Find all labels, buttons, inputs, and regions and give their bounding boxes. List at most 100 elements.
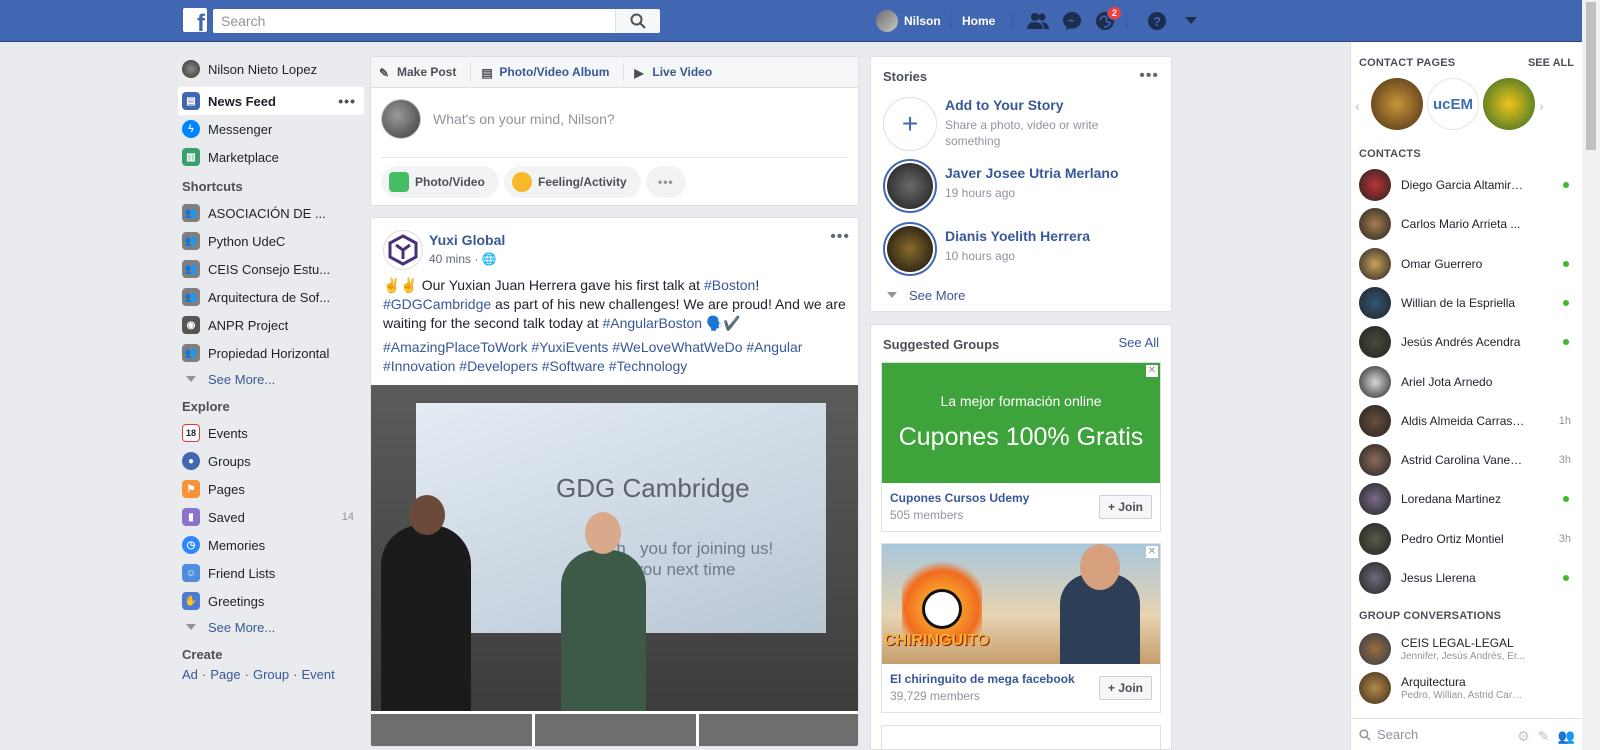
contact-item[interactable]: Pedro Ortiz Montiel 3h	[1359, 520, 1575, 558]
contact-page-avatar[interactable]	[1371, 78, 1423, 130]
contact-page-avatar[interactable]	[1483, 78, 1535, 130]
hashtag-link[interactable]: #AngularBoston	[602, 315, 702, 331]
chat-search-input[interactable]	[1377, 727, 1477, 742]
shortcuts-see-more-link[interactable]: See More...	[178, 367, 364, 391]
gear-icon[interactable]: ⚙	[1517, 728, 1530, 745]
post-timestamp[interactable]: 40 mins · 🌐	[429, 252, 497, 266]
explore-see-more-link[interactable]: See More...	[178, 615, 364, 639]
contact-item[interactable]: Carlos Mario Arrieta ...	[1359, 205, 1575, 243]
contact-item[interactable]: Loredana Martinez	[1359, 480, 1575, 518]
post-hashtags[interactable]: #AmazingPlaceToWork #YuxiEvents #WeLoveW…	[383, 338, 848, 376]
see-all-link[interactable]: See All	[1119, 335, 1159, 350]
avatar	[1359, 483, 1391, 516]
more-options-icon[interactable]: •••	[338, 93, 356, 109]
contact-item[interactable]: Diego Garcia Altamiranda	[1359, 166, 1575, 204]
tab-photo-video-album[interactable]: ▤ Photo/Video Album	[481, 65, 609, 80]
post-photo[interactable]: GDG Cambridge Th you for joining us! e y…	[371, 385, 858, 711]
account-menu-chevron-down-icon[interactable]	[1180, 10, 1202, 32]
shortcut-item[interactable]: ◉ ANPR Project	[178, 311, 364, 339]
tab-label: Live Video	[652, 65, 713, 79]
tab-make-post[interactable]: ✎ Make Post	[379, 65, 456, 80]
friend-requests-icon[interactable]	[1027, 10, 1049, 32]
sidebar-item-pages[interactable]: ⚑ Pages	[178, 475, 364, 503]
messenger-icon: ϟ	[182, 120, 200, 138]
add-story-button[interactable]: + Add to Your Story Share a photo, video…	[883, 97, 1125, 151]
messenger-icon[interactable]	[1061, 10, 1083, 32]
create-page-link[interactable]: Page	[210, 667, 240, 682]
contact-item[interactable]: Omar Guerrero	[1359, 245, 1575, 283]
group-conversation-item[interactable]: CEIS LEGAL-LEGAL Jennifer, Jesús Andrés,…	[1359, 630, 1575, 668]
shortcut-item[interactable]: 👥 Propiedad Horizontal	[178, 339, 364, 367]
story-item[interactable]: Dianis Yoelith Herrera 10 hours ago	[883, 222, 1125, 276]
create-group-icon[interactable]: 👥	[1558, 728, 1575, 745]
feed-post: Yuxi Global 40 mins · 🌐 ••• ✌️✌️ Our Yux…	[370, 217, 859, 747]
avatar	[1359, 247, 1391, 280]
chevron-left-icon[interactable]: ‹	[1355, 98, 1360, 114]
close-icon[interactable]: ✕	[1146, 546, 1158, 558]
contact-item[interactable]: Jesús Andrés Acendra	[1359, 323, 1575, 361]
photo-thumbnail[interactable]	[699, 714, 858, 746]
contact-item[interactable]: Jesus Llerena	[1359, 559, 1575, 597]
contact-item[interactable]: Willian de la Espriella	[1359, 284, 1575, 322]
shortcut-item[interactable]: 👥 Python UdeC	[178, 227, 364, 255]
story-item[interactable]: Javer Josee Utria Merlano 19 hours ago	[883, 159, 1125, 213]
shortcut-item[interactable]: 👥 ASOCIACIÓN DE ...	[178, 199, 364, 227]
search-input[interactable]	[213, 9, 615, 33]
home-link[interactable]: Home	[962, 14, 995, 28]
group-banner[interactable]: CHIRINGUITO ✕	[882, 544, 1160, 664]
post-author-link[interactable]: Yuxi Global	[429, 232, 505, 248]
scrollbar-thumb[interactable]	[1586, 2, 1596, 150]
close-icon[interactable]: ✕	[1146, 365, 1158, 377]
see-all-link[interactable]: SEE ALL	[1528, 57, 1574, 69]
join-button[interactable]: + Join	[1098, 676, 1152, 700]
sidebar-item-saved[interactable]: ▮ Saved 14	[178, 503, 364, 531]
tab-live-video[interactable]: ▶ Live Video	[634, 65, 713, 80]
profile-link[interactable]: Nilson	[876, 9, 941, 33]
see-more-label: See More	[909, 287, 966, 303]
group-conversation-item[interactable]: Arquitectura Pedro, Willian, Astrid Caro…	[1359, 669, 1575, 707]
profile-shortcut[interactable]: Nilson Nieto Lopez	[178, 55, 364, 83]
feeling-activity-button[interactable]: Feeling/Activity	[504, 166, 641, 198]
chevron-right-icon[interactable]: ›	[1539, 98, 1544, 114]
more-options-button[interactable]: •••	[646, 166, 686, 198]
contact-item[interactable]: Astrid Carolina Vanegas 3h	[1359, 441, 1575, 479]
contact-item[interactable]: Aldis Almeida Carrascal 1h	[1359, 402, 1575, 440]
sidebar-item-messenger[interactable]: ϟ Messenger	[178, 115, 364, 143]
join-button[interactable]: + Join	[1098, 495, 1152, 519]
sidebar-item-greetings[interactable]: ✋ Greetings	[178, 587, 364, 615]
hashtag-link[interactable]: #Boston	[704, 277, 755, 293]
yuxi-logo-icon[interactable]	[383, 230, 423, 270]
sidebar-item-news-feed[interactable]: ▤ News Feed •••	[178, 87, 364, 115]
sidebar-item-groups[interactable]: ● Groups	[178, 447, 364, 475]
stories-see-more-link[interactable]: See More	[883, 283, 965, 307]
contact-name: Omar Guerrero	[1401, 256, 1483, 271]
sidebar-item-memories[interactable]: ◷ Memories	[178, 531, 364, 559]
photo-thumbnail[interactable]	[371, 714, 532, 746]
group-banner[interactable]: La mejor formación online Cupones 100% G…	[882, 363, 1160, 483]
contact-page-avatar[interactable]: ucEM	[1427, 78, 1479, 130]
contact-item[interactable]: Ariel Jota Arnedo	[1359, 363, 1575, 401]
composer-text-input[interactable]: What's on your mind, Nilson?	[381, 99, 615, 139]
create-ad-link[interactable]: Ad	[182, 667, 198, 682]
notifications-icon[interactable]: 2	[1094, 6, 1122, 32]
create-group-link[interactable]: Group	[253, 667, 289, 682]
shortcut-item[interactable]: 👥 Arquitectura de Sof...	[178, 283, 364, 311]
sidebar-item-marketplace[interactable]: ▥ Marketplace	[178, 143, 364, 171]
help-icon[interactable]: ?	[1146, 10, 1168, 32]
group-name: Arquitectura	[1401, 675, 1466, 689]
group-icon: 👥	[182, 232, 200, 250]
stories-options-icon[interactable]: •••	[1139, 67, 1159, 85]
new-message-icon[interactable]: ✎	[1538, 728, 1550, 745]
sidebar-item-events[interactable]: 18 Events	[178, 419, 364, 447]
create-event-link[interactable]: Event	[301, 667, 334, 682]
post-options-icon[interactable]: •••	[830, 228, 850, 246]
search-button[interactable]	[615, 9, 660, 33]
stories-title: Stories	[883, 69, 928, 84]
sidebar-item-friend-lists[interactable]: ☺ Friend Lists	[178, 559, 364, 587]
photo-video-button[interactable]: Photo/Video	[381, 166, 499, 198]
stories-panel: Stories ••• + Add to Your Story Share a …	[870, 56, 1172, 312]
hashtag-link[interactable]: #GDGCambridge	[383, 296, 491, 312]
facebook-logo-icon[interactable]: f	[183, 8, 207, 32]
shortcut-item[interactable]: 👥 CEIS Consejo Estu...	[178, 255, 364, 283]
photo-thumbnail[interactable]	[535, 714, 696, 746]
